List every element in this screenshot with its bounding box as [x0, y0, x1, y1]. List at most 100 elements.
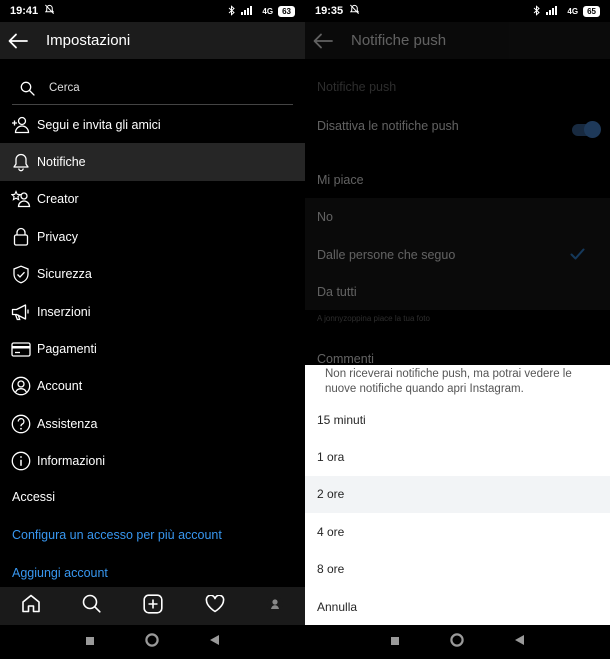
info-icon	[10, 450, 32, 472]
activity-tab[interactable]	[205, 593, 225, 618]
status-time: 19:41	[10, 5, 39, 17]
option-label: 2 ore	[317, 487, 345, 502]
sheet-description: Non riceverai notifiche push, ma potrai …	[325, 368, 572, 395]
checkmark-icon	[570, 247, 585, 265]
menu-item-label: Sicurezza	[37, 267, 92, 282]
card-icon	[10, 338, 32, 360]
option-label: 4 ore	[317, 524, 345, 539]
menu-item-label: Privacy	[37, 229, 78, 244]
recents-button[interactable]	[390, 633, 400, 651]
menu-item-label: Inserzioni	[37, 304, 91, 319]
like-option-following[interactable]: Dalle persone che seguo	[317, 248, 455, 262]
menu-item-security[interactable]: Sicurezza	[0, 256, 305, 293]
circle-icon	[450, 632, 464, 647]
cancel-button[interactable]: Annulla	[305, 588, 610, 625]
megaphone-icon	[10, 301, 32, 323]
creator-star-icon	[10, 188, 32, 210]
pause-option-2-hours[interactable]: 2 ore	[305, 475, 610, 514]
push-notifications-screen: 19:35 4G 65 Notifiche push Notifiche pus…	[305, 0, 610, 659]
menu-item-label: Notifiche	[37, 155, 86, 170]
menu-item-ads[interactable]: Inserzioni	[0, 293, 305, 330]
home-button[interactable]	[145, 632, 159, 652]
bluetooth-icon	[533, 4, 541, 18]
new-post-tab[interactable]	[143, 593, 163, 619]
header: Notifiche push	[305, 22, 610, 59]
menu-item-follow-invite[interactable]: Segui e invita gli amici	[0, 106, 305, 143]
pause-option-1-hour[interactable]: 1 ora	[305, 438, 610, 475]
arrow-left-icon	[8, 33, 28, 48]
pause-option-4-hours[interactable]: 4 ore	[305, 513, 610, 550]
system-nav-bar	[0, 625, 305, 659]
menu-item-label: Informazioni	[37, 454, 106, 469]
menu-item-notifications[interactable]: Notifiche	[0, 143, 305, 181]
square-icon	[391, 637, 399, 645]
status-bar: 19:41 4G 63	[0, 0, 305, 22]
triangle-back-icon	[515, 635, 524, 645]
arrow-left-icon	[313, 33, 333, 48]
disable-push-toggle[interactable]	[572, 121, 601, 138]
square-icon	[86, 637, 94, 645]
shield-icon	[10, 263, 32, 285]
back-button[interactable]	[0, 33, 36, 49]
likes-options: No Dalle persone che seguo Da tutti	[305, 198, 610, 310]
likes-hint: A jonnyzoppina piace la tua foto	[317, 314, 430, 323]
page-title: Impostazioni	[46, 32, 131, 49]
circle-icon	[145, 632, 159, 647]
option-label: 1 ora	[317, 450, 345, 465]
person-circle-icon	[10, 375, 32, 397]
menu-item-label: Assistenza	[37, 416, 98, 431]
menu-item-account[interactable]: Account	[0, 368, 305, 405]
menu-item-creator[interactable]: Creator	[0, 181, 305, 218]
status-time: 19:35	[315, 5, 344, 17]
recents-button[interactable]	[85, 633, 95, 651]
like-option-everyone[interactable]: Da tutti	[317, 285, 357, 299]
bluetooth-icon	[228, 4, 236, 18]
mute-icon	[349, 4, 360, 18]
back-nav-button[interactable]	[514, 633, 525, 651]
status-bar: 19:35 4G 65	[305, 0, 610, 22]
multi-account-login-link[interactable]: Configura un accesso per più account	[12, 528, 222, 542]
help-icon	[10, 413, 32, 435]
signal-type: 4G	[567, 6, 579, 16]
like-option-no[interactable]: No	[317, 210, 333, 224]
settings-menu: Segui e invita gli amici Notifiche Creat…	[0, 106, 305, 480]
search-placeholder: Cerca	[49, 82, 80, 94]
home-tab[interactable]	[21, 594, 41, 618]
bottom-tab-bar	[0, 587, 305, 625]
pause-option-15-min[interactable]: 15 minuti	[305, 401, 610, 438]
search-tab[interactable]	[82, 594, 101, 618]
menu-item-help[interactable]: Assistenza	[0, 405, 305, 442]
push-section-heading: Notifiche push	[317, 80, 397, 94]
system-nav-bar	[305, 625, 610, 659]
menu-item-privacy[interactable]: Privacy	[0, 218, 305, 255]
pause-option-8-hours[interactable]: 8 ore	[305, 551, 610, 588]
search-input[interactable]: Cerca	[12, 72, 293, 105]
home-button[interactable]	[450, 632, 464, 652]
option-label: 15 minuti	[317, 412, 366, 427]
add-account-link[interactable]: Aggiungi account	[12, 566, 108, 580]
battery-icon: 63	[278, 5, 295, 17]
pause-notifications-sheet: Non riceverai notifiche push, ma potrai …	[305, 365, 610, 625]
avatar-icon	[267, 595, 284, 612]
page-title: Notifiche push	[351, 32, 447, 49]
menu-item-payments[interactable]: Pagamenti	[0, 330, 305, 367]
accessi-heading: Accessi	[12, 490, 56, 504]
menu-item-label: Pagamenti	[37, 342, 97, 357]
search-icon	[83, 594, 101, 613]
back-button[interactable]	[305, 33, 341, 49]
signal-icon	[546, 5, 562, 17]
triangle-back-icon	[210, 635, 219, 645]
lock-icon	[10, 226, 32, 248]
header: Impostazioni	[0, 22, 305, 59]
home-icon	[21, 594, 40, 613]
likes-heading: Mi piace	[317, 173, 364, 187]
plus-square-icon	[143, 593, 163, 614]
menu-item-label: Segui e invita gli amici	[37, 117, 161, 132]
back-nav-button[interactable]	[209, 633, 220, 651]
profile-tab[interactable]	[266, 595, 284, 618]
menu-item-info[interactable]: Informazioni	[0, 443, 305, 480]
menu-item-label: Account	[37, 379, 83, 394]
heart-icon	[205, 593, 224, 612]
comments-heading: Commenti	[317, 352, 374, 366]
bell-icon	[10, 151, 32, 173]
